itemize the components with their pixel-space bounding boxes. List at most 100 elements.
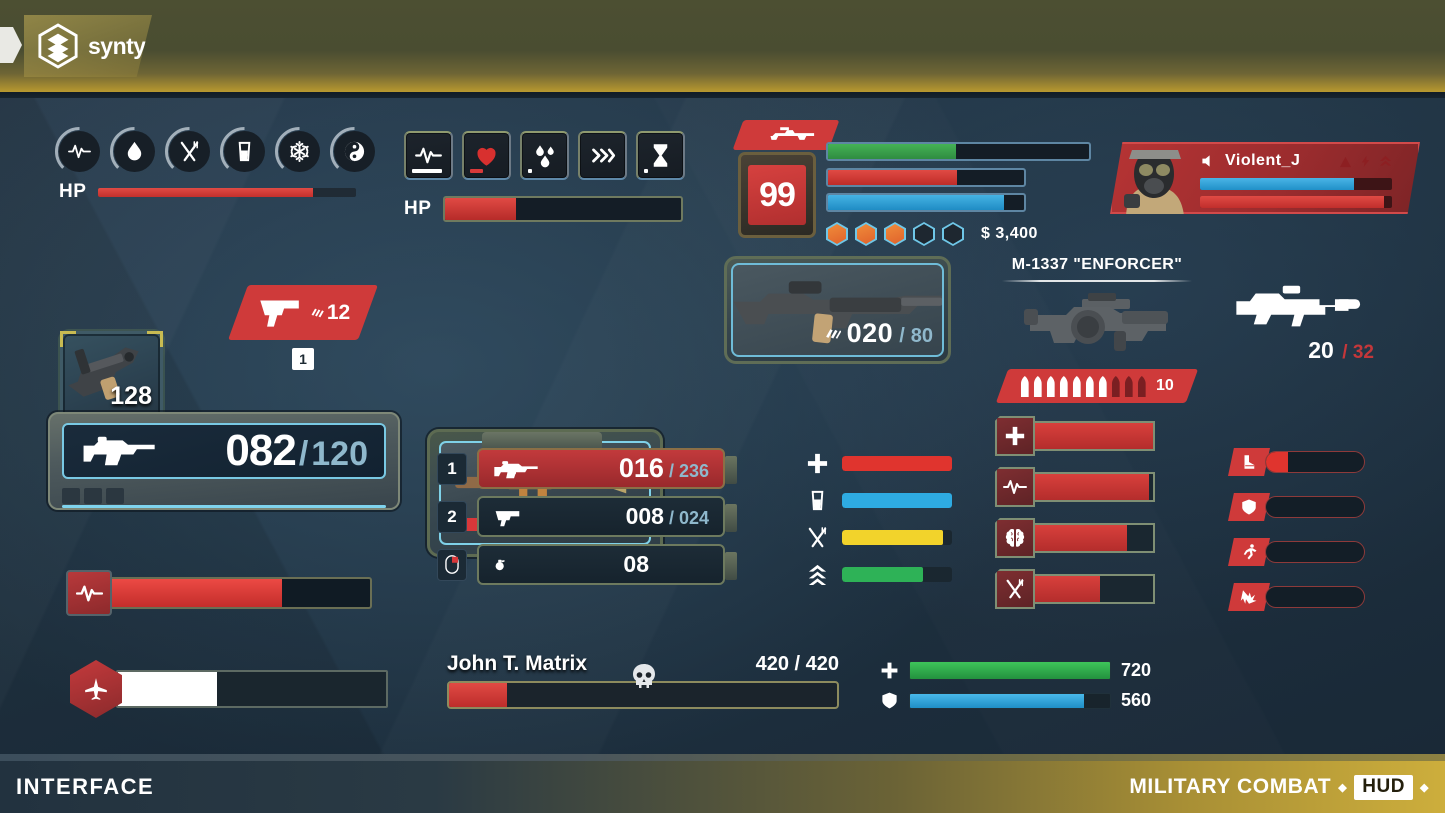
gauge-balance[interactable]: [334, 131, 375, 172]
status-button-heartbeat[interactable]: [404, 131, 453, 180]
hex-slot[interactable]: [884, 222, 906, 246]
player-status-icons: [1339, 155, 1392, 168]
header-left-tab[interactable]: [0, 27, 22, 63]
weapon-slot-key[interactable]: 1: [437, 452, 467, 485]
hex-slot[interactable]: [826, 222, 848, 246]
enforcer-ammo-banner[interactable]: 10: [995, 369, 1199, 403]
gauge-heartbeat[interactable]: [59, 131, 100, 172]
water-drop-icon: [127, 141, 142, 161]
big-ammo-vents: [62, 488, 124, 504]
diamond-icon: ◆: [1419, 781, 1429, 794]
player-info: Violent_J: [1200, 152, 1392, 208]
red-stat-badge-pulse[interactable]: [995, 467, 1035, 507]
big-ammo-display[interactable]: 082 / 120: [48, 412, 400, 510]
status-button-speed[interactable]: [578, 131, 627, 180]
weapon-slot-key[interactable]: 2: [437, 500, 467, 533]
weapon-slot-max: / 236: [668, 461, 709, 481]
hp-bar-gauges: [98, 187, 357, 197]
silhouette-weapon: 20 / 32: [1230, 278, 1380, 364]
hex-slot[interactable]: [913, 222, 935, 246]
player-card[interactable]: Violent_J: [1110, 142, 1420, 214]
bullpup-rifle-icon: [1236, 285, 1361, 327]
boot-icon: [1244, 455, 1255, 469]
sniper-rifle-icon: [756, 127, 815, 140]
glass-icon: [811, 490, 824, 511]
weapon-slot-row[interactable]: 1 016/ 236: [437, 448, 737, 489]
player-name: Violent_J: [1225, 152, 1301, 169]
footer-hud-chip: HUD: [1354, 774, 1413, 800]
squad-bar-2: [826, 193, 1026, 212]
speaker-icon: [1202, 155, 1210, 167]
bottom-stat-value: 560: [1121, 690, 1152, 710]
ability-track: [1265, 496, 1365, 518]
weapon-slot-tab: [725, 456, 737, 484]
red-stat-badge-sanity[interactable]: [995, 518, 1035, 558]
heartbeat-icon: [68, 144, 91, 159]
hp-bar-fill: [445, 198, 517, 220]
weapon-slot[interactable]: 016/ 236: [477, 448, 737, 489]
status-button-row: [404, 131, 685, 180]
character-hp-text: 420 / 420: [755, 652, 839, 675]
hex-slot[interactable]: [942, 222, 964, 246]
weapon-slot-mouse-key[interactable]: [437, 548, 467, 581]
color-stat-row: [806, 563, 952, 586]
red-stat-badge-health[interactable]: [995, 416, 1035, 456]
diamond-icon: ◆: [1338, 781, 1348, 794]
status-button-droplets[interactable]: [520, 131, 569, 180]
gauge-cold[interactable]: [279, 131, 320, 172]
rifle-ammo-max: 80: [910, 325, 933, 347]
yin-yang-icon: [344, 141, 365, 162]
status-tick: [528, 169, 532, 173]
jet-badge[interactable]: [70, 660, 122, 718]
bottom-stat-row: 560: [880, 690, 1151, 711]
weapon-tag[interactable]: [732, 120, 840, 150]
pistol-slot-key[interactable]: 1: [292, 348, 314, 370]
hud-screen: synty® HP HP 99 $ 3,400 Violent_J 128 12…: [0, 0, 1445, 813]
bullet-icon: [1086, 375, 1094, 397]
vitals-left: [66, 570, 372, 616]
gauge-hunger[interactable]: [169, 131, 210, 172]
red-stat-track: [1035, 421, 1155, 451]
weapon-slot-max: / 024: [668, 508, 709, 528]
vitals-badge[interactable]: [66, 570, 112, 616]
rifle-panel[interactable]: 020 / 80: [724, 256, 951, 364]
shield-icon: [882, 692, 897, 709]
vitals-track: [108, 577, 372, 609]
status-button-heart[interactable]: [462, 131, 511, 180]
ability-row: [1228, 448, 1365, 476]
pistol-badge[interactable]: 12: [227, 285, 379, 340]
red-stat-list: [995, 416, 1155, 609]
level-badge[interactable]: 99: [738, 152, 816, 238]
weapon-slot-tab: [725, 552, 737, 580]
color-stat-list: [806, 452, 952, 586]
ability-row: [1228, 493, 1365, 521]
weapon-slot-row[interactable]: 2 008/ 024: [437, 496, 737, 537]
weapon-slot-tab: [725, 504, 737, 532]
brand-logo[interactable]: synty®: [24, 15, 152, 77]
ability-badge-impact[interactable]: [1228, 583, 1270, 611]
bottom-bar-shield: [909, 692, 1111, 709]
red-stat-badge-hunger[interactable]: [995, 569, 1035, 609]
weapon-slot[interactable]: 08: [477, 544, 737, 585]
red-stat-track: [1035, 472, 1155, 502]
ability-track: [1265, 541, 1365, 563]
enforcer-count: 10: [1156, 377, 1174, 394]
gauge-drink[interactable]: [224, 131, 265, 172]
color-stat-row: [806, 489, 952, 512]
footer-right-label: MILITARY COMBAT: [1129, 775, 1332, 798]
gauge-thirst[interactable]: [114, 131, 155, 172]
big-ammo-max: 120: [311, 435, 368, 473]
weapon-slot-row[interactable]: 08: [437, 544, 737, 585]
ability-badge-sprint[interactable]: [1228, 538, 1270, 566]
pistol-icon: [260, 300, 299, 327]
ability-badge-shield[interactable]: [1228, 493, 1270, 521]
bullet-icon: [1060, 375, 1068, 397]
weapon-slot[interactable]: 008/ 024: [477, 496, 737, 537]
footer-left-label: INTERFACE: [16, 774, 155, 799]
hex-slot[interactable]: [855, 222, 877, 246]
level-value: 99: [759, 175, 796, 214]
status-button-time[interactable]: [636, 131, 685, 180]
ability-badge-boot[interactable]: [1228, 448, 1270, 476]
weapon-slot-current: 008: [625, 503, 664, 529]
weapon-slot-list: 1 016/ 236 2 008/ 024 08: [437, 432, 737, 585]
